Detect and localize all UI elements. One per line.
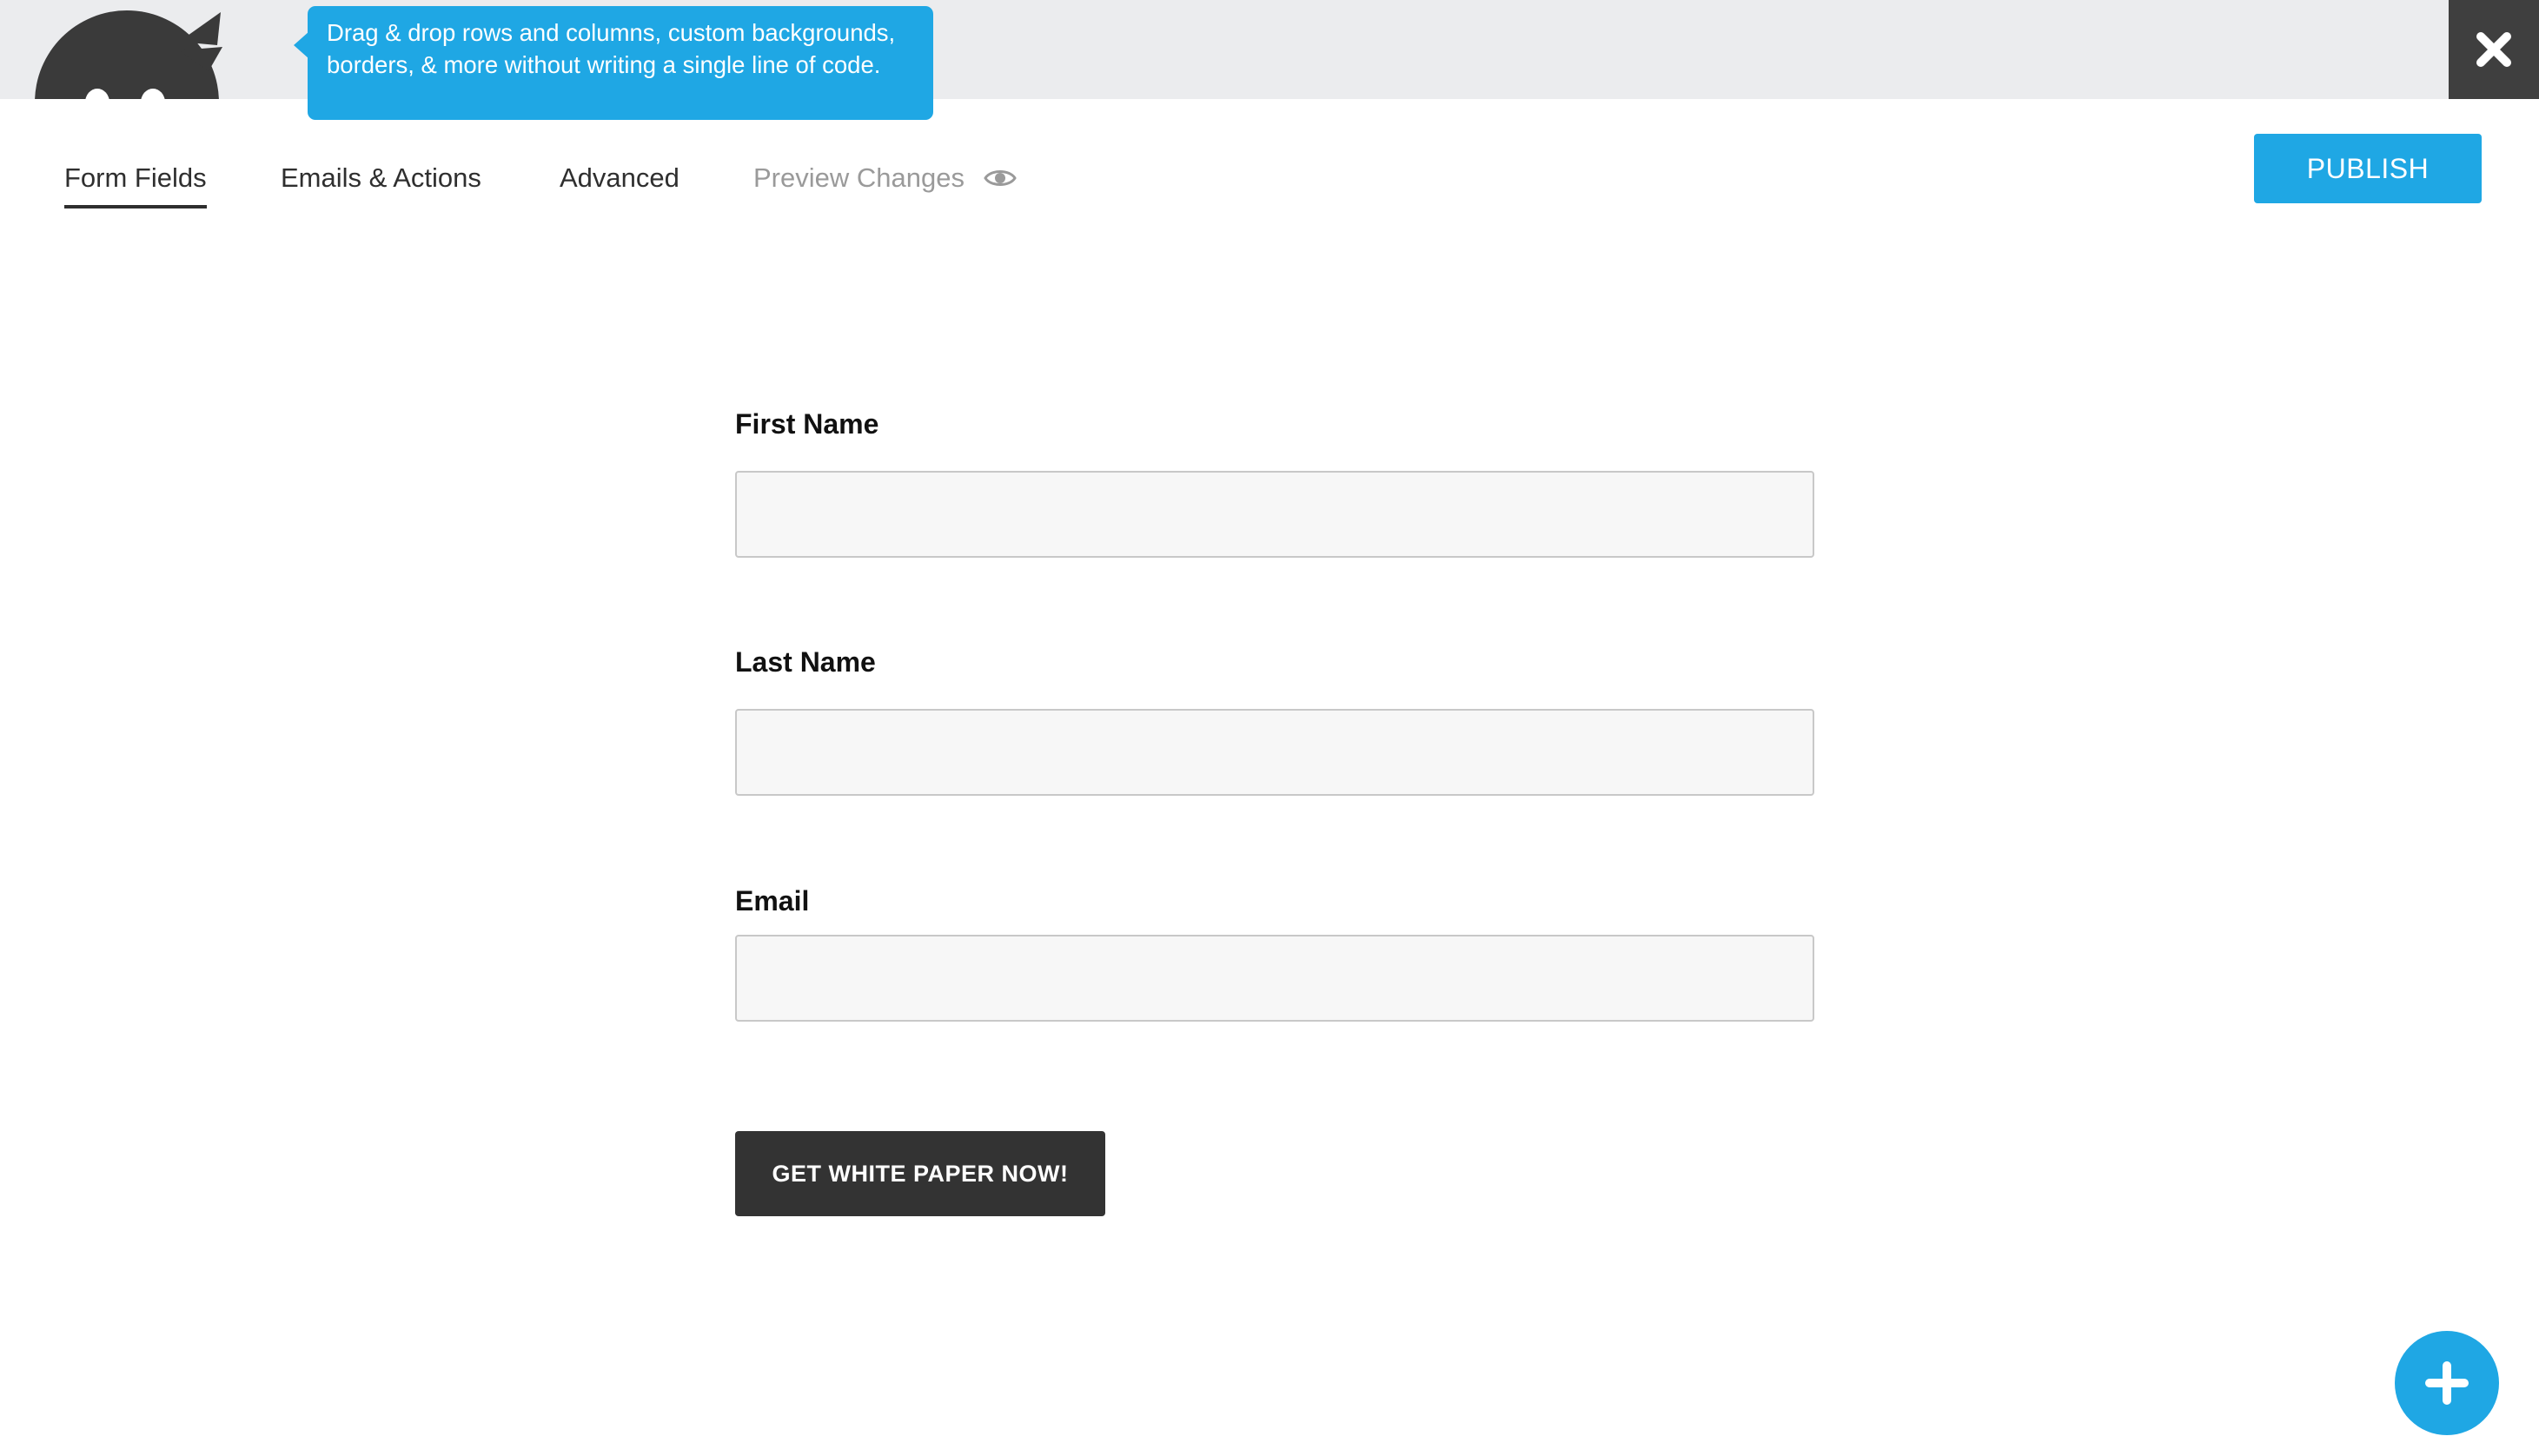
close-button[interactable] (2449, 0, 2539, 99)
tab-label: Emails & Actions (281, 162, 481, 193)
tab-preview-changes[interactable]: Preview Changes (753, 156, 1017, 200)
close-x-icon (2476, 32, 2511, 67)
add-field-button[interactable] (2395, 1331, 2499, 1435)
first-name-label: First Name (735, 408, 879, 440)
publish-button[interactable]: PUBLISH (2254, 134, 2482, 203)
email-input[interactable] (735, 935, 1814, 1022)
get-white-paper-button[interactable]: GET WHITE PAPER NOW! (735, 1131, 1105, 1216)
tab-label: Advanced (560, 162, 679, 193)
email-label: Email (735, 885, 810, 917)
first-name-input[interactable] (735, 471, 1814, 558)
tab-advanced[interactable]: Advanced (560, 156, 679, 200)
tab-label: Preview Changes (753, 162, 965, 193)
last-name-label: Last Name (735, 646, 876, 678)
tab-emails-actions[interactable]: Emails & Actions (281, 156, 481, 200)
last-name-input[interactable] (735, 709, 1814, 796)
tab-label: Form Fields (64, 162, 207, 193)
tab-form-fields[interactable]: Form Fields (64, 156, 207, 208)
plus-icon (2425, 1361, 2469, 1405)
eye-icon (984, 170, 1017, 186)
help-tooltip: Drag & drop rows and columns, custom bac… (308, 6, 933, 120)
ninja-logo-icon (35, 10, 222, 99)
